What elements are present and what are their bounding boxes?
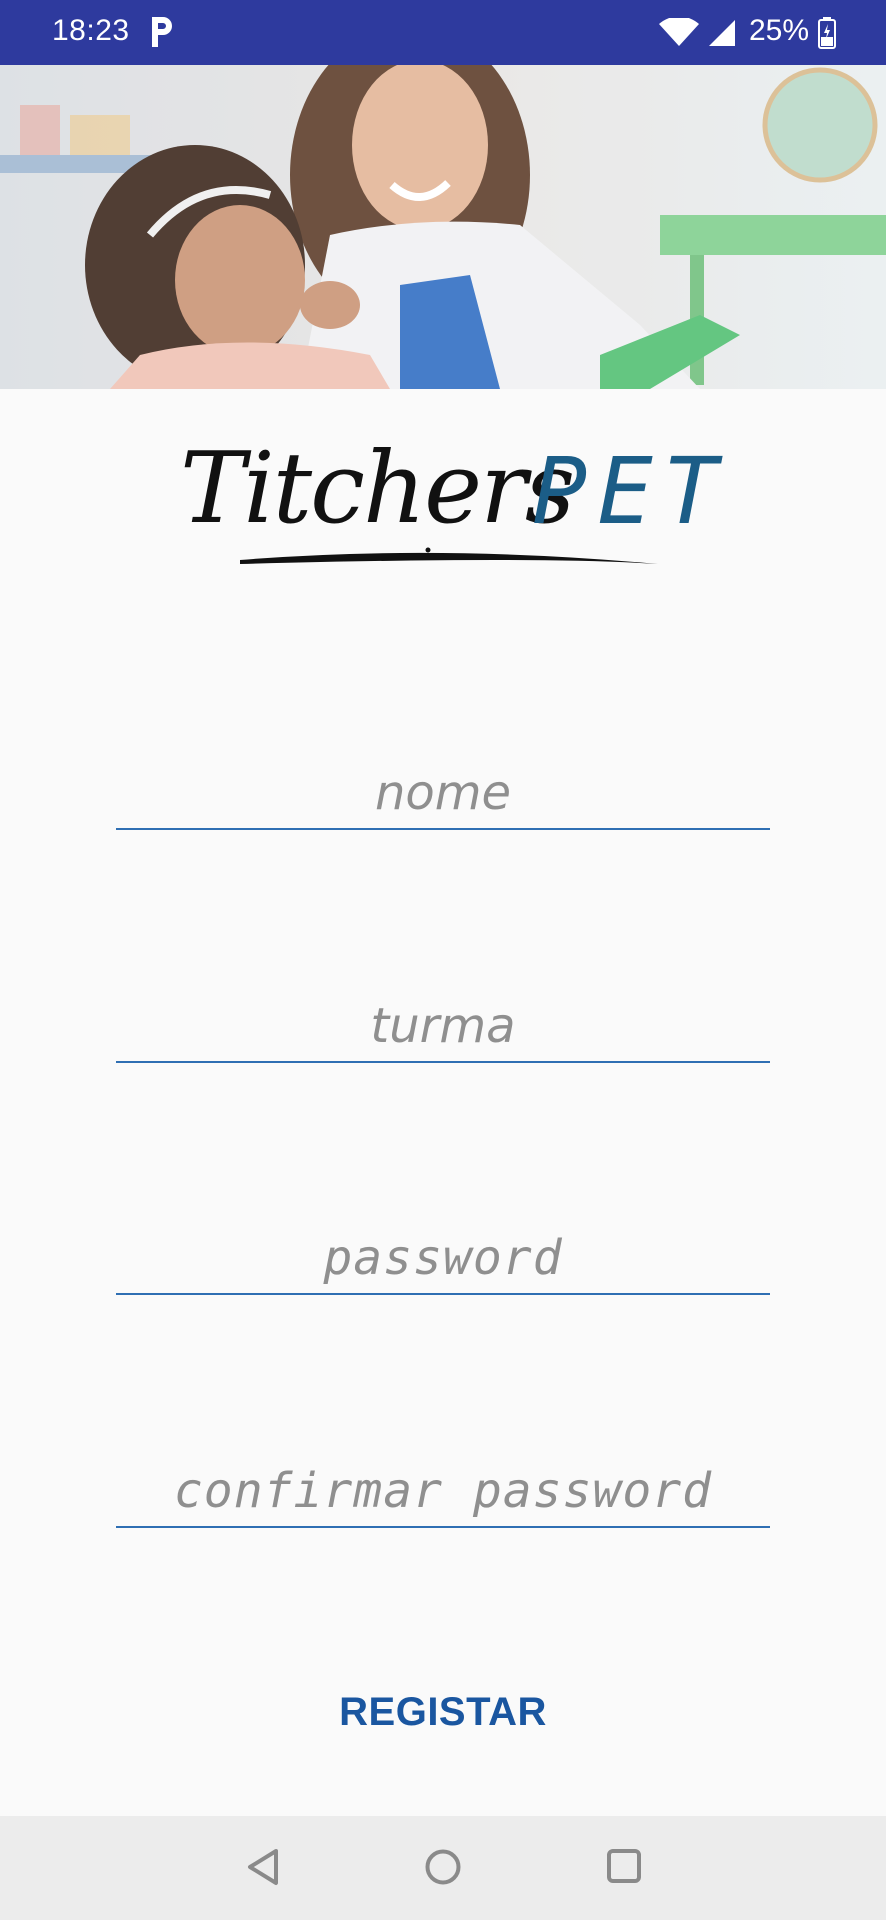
battery-icon — [818, 17, 836, 49]
hero-image — [0, 65, 886, 389]
confirm-password-field[interactable] — [116, 1456, 770, 1528]
logo-text-pet: PET — [532, 438, 729, 545]
wifi-icon — [659, 18, 699, 46]
class-input[interactable] — [116, 991, 770, 1061]
password-field[interactable] — [116, 1223, 770, 1295]
battery-percent: 25% — [749, 14, 810, 47]
p-app-icon — [152, 17, 172, 47]
name-field[interactable] — [116, 758, 770, 830]
recents-icon[interactable] — [606, 1848, 642, 1884]
navigation-bar — [0, 1816, 886, 1920]
name-input[interactable] — [116, 758, 770, 828]
back-icon[interactable] — [246, 1848, 280, 1886]
password-input[interactable] — [116, 1223, 770, 1293]
register-button[interactable]: REGISTAR — [293, 1680, 593, 1744]
home-icon[interactable] — [424, 1848, 462, 1886]
status-time: 18:23 — [52, 14, 130, 47]
class-field[interactable] — [116, 991, 770, 1063]
logo-text-titchers: Titchers — [180, 432, 575, 546]
signal-icon — [709, 20, 735, 46]
status-bar: 18:23 25% — [0, 0, 886, 65]
confirm-password-input[interactable] — [116, 1456, 770, 1526]
logo-swash — [240, 547, 658, 564]
app-logo: Titchers PET — [180, 440, 720, 580]
